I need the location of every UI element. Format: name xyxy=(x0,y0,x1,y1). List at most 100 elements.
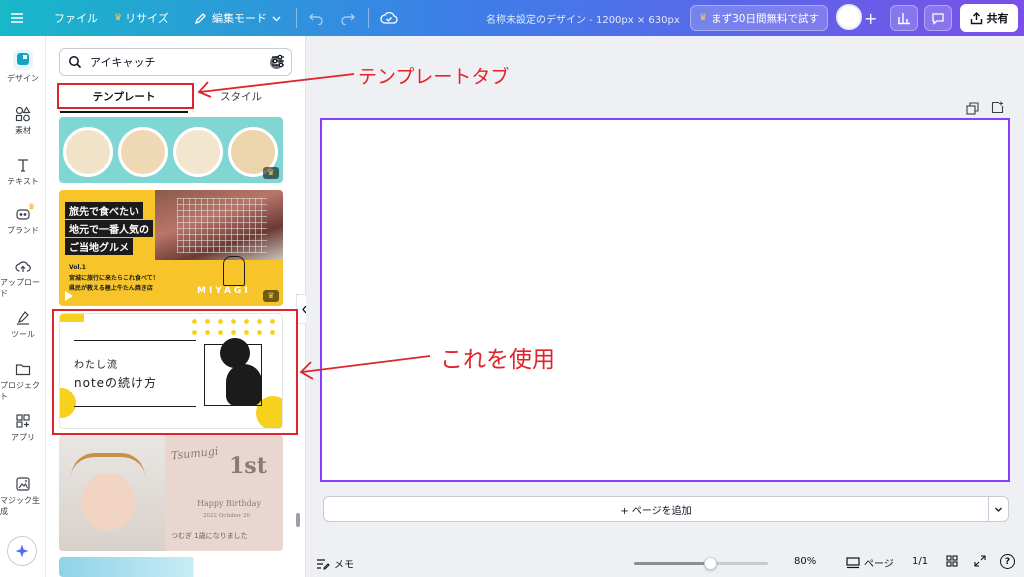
premium-crown-badge: ♛ xyxy=(263,167,279,179)
folder-icon xyxy=(15,364,31,376)
food-plate xyxy=(173,127,223,177)
search-icon xyxy=(69,56,82,69)
crown-icon: ♛ xyxy=(699,13,708,23)
free-trial-button[interactable]: ♛ まず30日間無料で試す xyxy=(690,5,828,31)
bottom-bar: メモ 80% ページ 1/1 ? xyxy=(306,550,1024,577)
magic-assistant-button[interactable] xyxy=(7,536,37,566)
rail-item-tools[interactable]: ツール xyxy=(0,310,46,340)
share-button[interactable]: 共有 xyxy=(960,4,1018,32)
templates-panel: アイキャッチ テンプレート スタイル ♛ 旅先で食べたい 地元で一番人気の ご当… xyxy=(46,36,312,577)
bar-chart-icon xyxy=(898,13,910,25)
template-thumb-food[interactable]: ♛ xyxy=(59,117,283,183)
template-brand-word: MIYAGI xyxy=(197,286,251,296)
redo-icon xyxy=(341,13,355,25)
pages-icon xyxy=(846,556,860,568)
template-thumb-miyagi[interactable]: 旅先で食べたい 地元で一番人気の ご当地グルメ Vol.1 宮城に旅行に来たらこ… xyxy=(59,190,283,306)
template-thumb-birthday[interactable]: Tsumugi 1st Happy Birthday 2022 October … xyxy=(59,435,283,551)
duplicate-icon xyxy=(966,102,979,115)
add-page-label: + ページを追加 xyxy=(620,505,692,517)
rail-item-text[interactable]: テキスト xyxy=(0,157,46,187)
add-page-icon xyxy=(991,101,1004,114)
crown-icon: ♛ xyxy=(114,13,123,23)
rail-label-uploads: アップロード xyxy=(0,278,40,298)
rail-item-projects[interactable]: プロジェクト xyxy=(0,361,46,402)
grid-view-button[interactable] xyxy=(946,555,958,570)
zoom-slider[interactable] xyxy=(634,557,768,570)
comment-icon xyxy=(932,13,944,25)
rail-item-elements[interactable]: 素材 xyxy=(0,106,46,136)
template-sub-2: 県民が教える極上牛たん焼き店 xyxy=(69,285,153,292)
rail-label-design: デザイン xyxy=(7,74,39,83)
add-page-options-button[interactable] xyxy=(988,496,1009,522)
chevron-down-icon xyxy=(272,16,281,21)
notes-icon xyxy=(317,558,330,570)
hamburger-icon xyxy=(11,13,23,23)
chevron-down-icon xyxy=(995,507,1002,512)
design-icon xyxy=(13,50,33,70)
resize-button[interactable]: ♛ リサイズ xyxy=(108,0,175,36)
rail-item-uploads[interactable]: アップロード xyxy=(0,258,46,299)
add-collaborator-button[interactable]: + xyxy=(864,0,877,36)
grid-view-icon xyxy=(946,555,958,567)
baby-face xyxy=(81,473,135,531)
pages-button[interactable]: ページ xyxy=(846,555,894,570)
duplicate-page-button[interactable] xyxy=(966,100,979,119)
sparkle-icon xyxy=(15,544,29,558)
rail-item-design[interactable]: デザイン xyxy=(0,50,46,84)
zoom-slider-fill xyxy=(634,562,710,565)
comments-button[interactable] xyxy=(924,5,952,31)
annotation-box-template-note xyxy=(52,309,298,435)
expand-icon xyxy=(974,555,986,567)
plus-icon: + xyxy=(864,8,878,28)
document-title[interactable]: 名称未設定のデザイン - 1200px × 630px xyxy=(486,0,680,36)
menu-button[interactable] xyxy=(10,0,24,36)
insights-button[interactable] xyxy=(890,5,918,31)
rail-label-text: テキスト xyxy=(7,177,39,186)
pencil-icon xyxy=(194,12,206,24)
top-bar: ファイル ♛ リサイズ 編集モード 名称未設定のデザイン - 1200px × … xyxy=(0,0,1024,36)
avatar[interactable] xyxy=(836,4,862,30)
free-trial-label: まず30日間無料で試す xyxy=(711,12,819,25)
notes-button[interactable]: メモ xyxy=(316,556,354,571)
annotation-box-template-tab xyxy=(57,83,194,109)
template-sub-1: 宮城に旅行に来たらこれ食べて！ xyxy=(69,275,159,282)
cloud-save-status[interactable] xyxy=(380,0,398,36)
rail-item-magic-media[interactable]: マジック生成 xyxy=(0,476,46,517)
upload-share-icon xyxy=(970,11,982,24)
rail-item-apps[interactable]: アプリ xyxy=(0,413,46,443)
template-happy-birthday: Happy Birthday xyxy=(197,499,262,508)
add-page-button[interactable]: + ページを追加 xyxy=(323,496,989,522)
rail-label-brand: ブランド xyxy=(7,226,39,235)
design-artboard[interactable] xyxy=(320,118,1010,482)
fullscreen-button[interactable] xyxy=(974,555,986,570)
rail-item-brand[interactable]: ブランド ♛ xyxy=(0,202,46,236)
zoom-percent[interactable]: 80% xyxy=(794,556,816,567)
annotation-text-use-this: これを使用 xyxy=(440,347,555,373)
pen-tool-icon xyxy=(17,311,29,325)
template-thumb-partial[interactable] xyxy=(59,557,283,577)
filter-button[interactable] xyxy=(270,53,286,73)
text-icon xyxy=(18,159,28,172)
redo-button[interactable] xyxy=(340,0,356,36)
rail-label-magic-media: マジック生成 xyxy=(0,496,40,516)
zoom-slider-thumb[interactable] xyxy=(704,557,717,570)
grill-grid xyxy=(177,198,267,253)
tab-styles[interactable]: スタイル xyxy=(188,82,294,110)
play-icon xyxy=(65,291,73,301)
share-label: 共有 xyxy=(986,12,1009,25)
divider xyxy=(368,8,369,28)
add-page-icon-button[interactable] xyxy=(991,99,1004,118)
premium-crown-badge: ♛ xyxy=(263,290,279,302)
rail-label-elements: 素材 xyxy=(15,126,31,135)
undo-button[interactable] xyxy=(308,0,324,36)
filter-sliders-icon xyxy=(272,54,284,68)
search-input[interactable]: アイキャッチ xyxy=(90,54,270,70)
file-menu[interactable]: ファイル xyxy=(48,0,104,36)
side-rail: デザイン 素材 テキスト ブランド ♛ アップロード ツール プロジェクト アプ… xyxy=(0,36,46,577)
search-field[interactable]: アイキャッチ xyxy=(59,48,292,76)
edit-mode-button[interactable]: 編集モード xyxy=(188,0,287,36)
panel-scrollbar[interactable] xyxy=(296,513,300,527)
food-plate xyxy=(63,127,113,177)
help-button[interactable]: ? xyxy=(1000,554,1015,569)
cloud-check-icon xyxy=(380,11,398,24)
